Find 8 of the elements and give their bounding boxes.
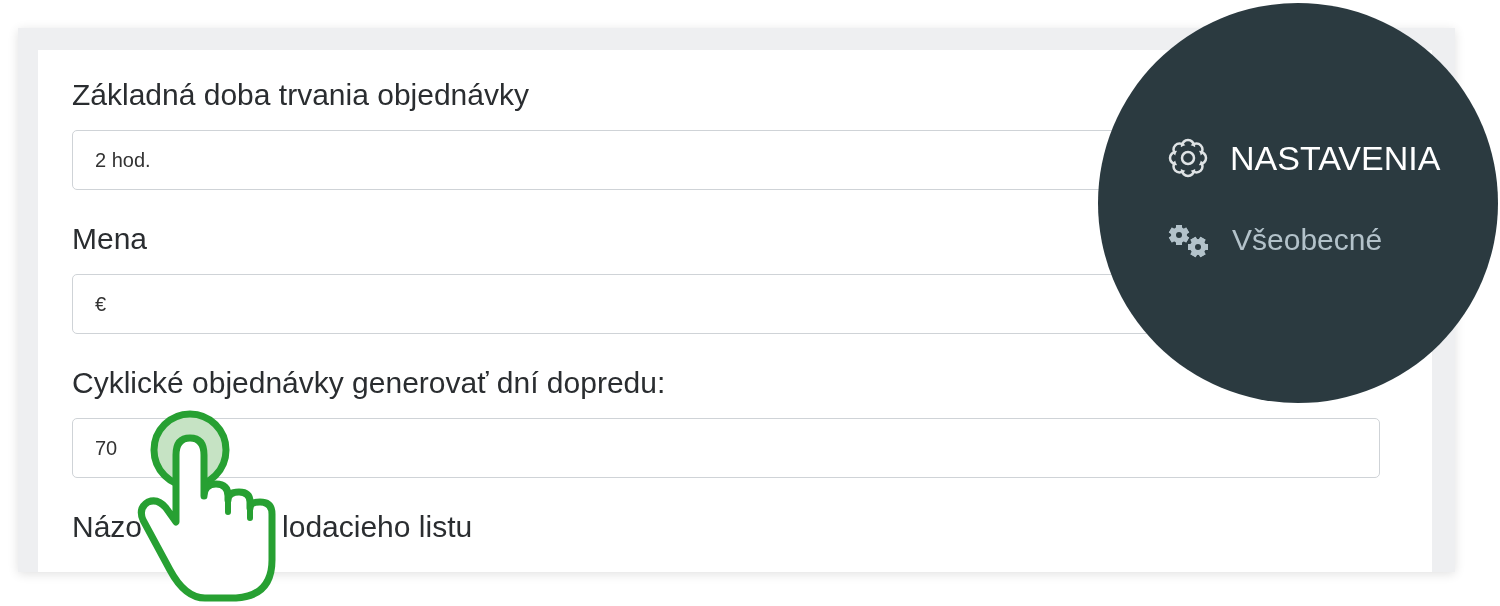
field-label: Cyklické objednávky generovať dní dopredu: — [72, 365, 666, 401]
field-label: lodacieho listu — [282, 509, 473, 545]
settings-icon — [1166, 136, 1210, 180]
input-field[interactable]: 70 — [72, 418, 1380, 478]
field-label: Názo — [72, 509, 143, 545]
menu-item[interactable]: Všeobecné — [1232, 223, 1383, 257]
field-label: Základná doba trvania objednávky — [72, 77, 529, 113]
field-label: Mena — [72, 221, 148, 257]
